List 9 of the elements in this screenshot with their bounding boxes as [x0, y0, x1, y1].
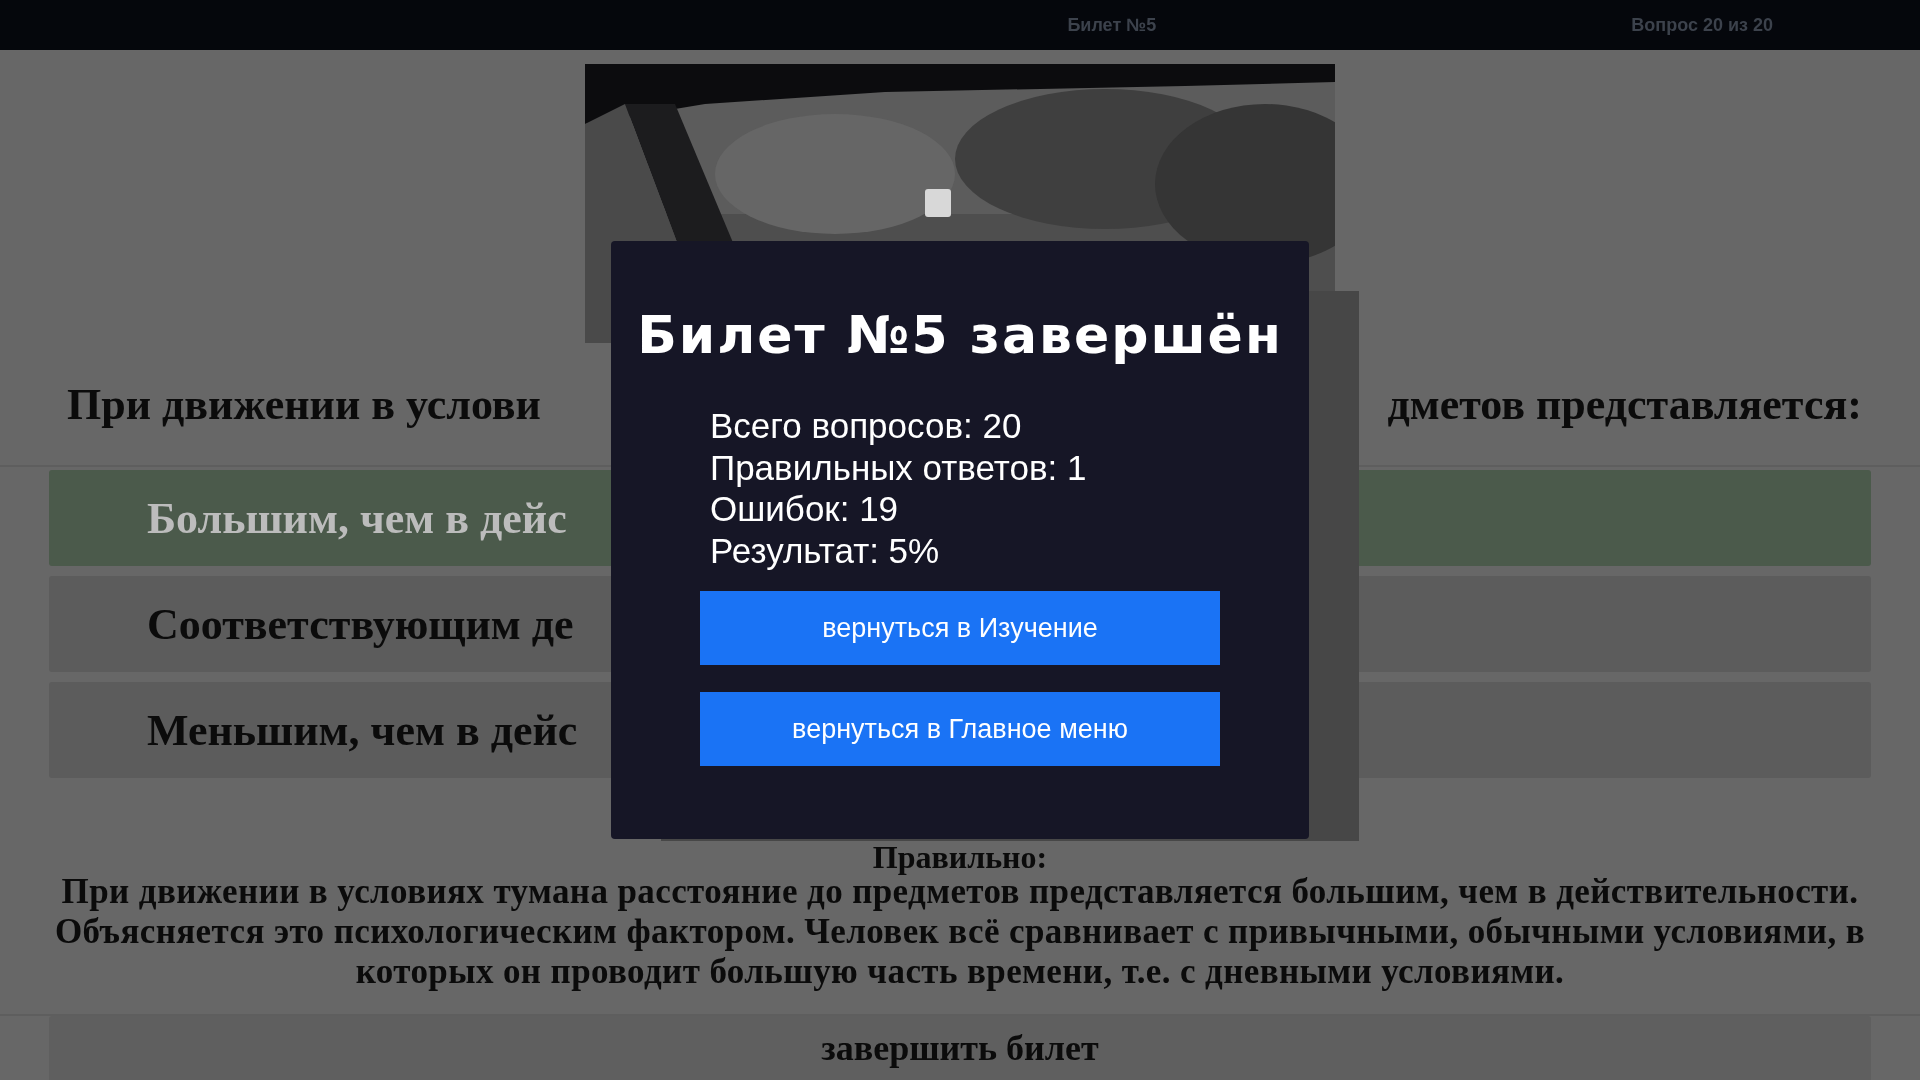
question-text: дметов представляется: — [1387, 378, 1862, 430]
result-stat: Ошибок: 19 — [710, 488, 900, 530]
result-stat: Результат: 5% — [710, 529, 941, 571]
dialog-title: Билет №5 завершён — [637, 305, 1283, 365]
question-counter: Вопрос 20 из 20 — [1631, 14, 1773, 36]
result-stat: Всего вопросов: 20 — [710, 405, 1023, 447]
question-text: При движении в услови — [67, 378, 541, 430]
ticket-title: Билет №5 — [1067, 14, 1157, 36]
result-stat: Правильных ответов: 1 — [710, 446, 1088, 488]
